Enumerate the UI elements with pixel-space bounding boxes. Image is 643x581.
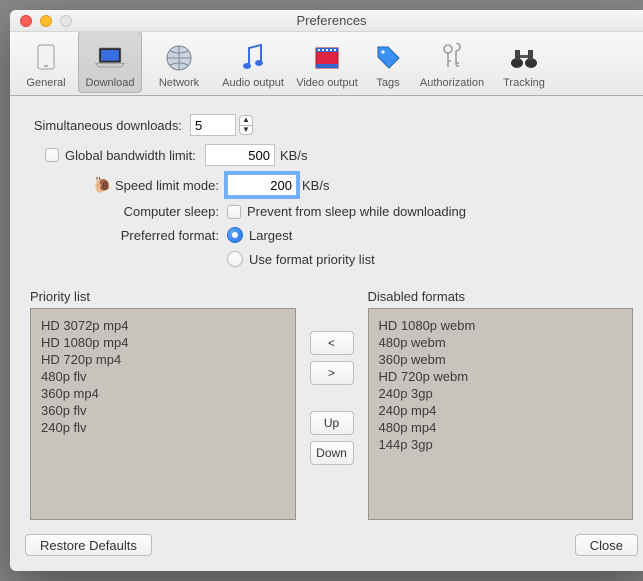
stepper-down[interactable]: ▼ — [239, 125, 253, 135]
move-left-button[interactable]: < — [310, 331, 354, 355]
list-item[interactable]: HD 1080p mp4 — [41, 334, 285, 351]
list-item[interactable]: HD 720p webm — [379, 368, 623, 385]
radio-largest[interactable] — [227, 227, 243, 243]
largest-label: Largest — [249, 228, 292, 243]
window-title: Preferences — [10, 13, 643, 28]
film-icon — [311, 42, 343, 74]
close-window-icon[interactable] — [20, 15, 32, 27]
general-icon — [30, 42, 62, 74]
move-right-button[interactable]: > — [310, 361, 354, 385]
keys-icon — [436, 42, 468, 74]
close-button[interactable]: Close — [575, 534, 638, 556]
list-item[interactable]: 240p flv — [41, 419, 285, 436]
list-item[interactable]: 480p mp4 — [379, 419, 623, 436]
tab-video-output[interactable]: Video output — [290, 31, 364, 93]
tab-tracking[interactable]: Tracking — [492, 31, 556, 93]
tag-icon — [372, 42, 404, 74]
preferred-format-label: Preferred format: — [30, 228, 227, 243]
list-item[interactable]: 480p webm — [379, 334, 623, 351]
tab-download[interactable]: Download — [78, 31, 142, 93]
list-item[interactable]: 360p mp4 — [41, 385, 285, 402]
speed-limit-input[interactable] — [227, 174, 297, 196]
list-item[interactable]: HD 1080p webm — [379, 317, 623, 334]
simultaneous-label: Simultaneous downloads: — [30, 118, 190, 133]
restore-defaults-button[interactable]: Restore Defaults — [25, 534, 152, 556]
laptop-icon — [94, 42, 126, 74]
list-item[interactable]: 240p mp4 — [379, 402, 623, 419]
list-item[interactable]: 144p 3gp — [379, 436, 623, 453]
move-up-button[interactable]: Up — [310, 411, 354, 435]
list-item[interactable]: 360p webm — [379, 351, 623, 368]
prevent-sleep-checkbox[interactable] — [227, 205, 241, 219]
move-down-button[interactable]: Down — [310, 441, 354, 465]
tab-tags[interactable]: Tags — [364, 31, 412, 93]
kbps-unit: KB/s — [280, 148, 307, 163]
disabled-formats-label: Disabled formats — [368, 289, 634, 304]
list-item[interactable]: HD 720p mp4 — [41, 351, 285, 368]
priority-list[interactable]: HD 3072p mp4HD 1080p mp4HD 720p mp4480p … — [30, 308, 296, 520]
disabled-formats-list[interactable]: HD 1080p webm480p webm360p webmHD 720p w… — [368, 308, 634, 520]
preferences-window: Preferences General Download Network Aud… — [10, 10, 643, 571]
titlebar: Preferences — [10, 10, 643, 32]
prevent-sleep-label: Prevent from sleep while downloading — [247, 204, 466, 219]
radio-use-priority[interactable] — [227, 251, 243, 267]
toolbar: General Download Network Audio output Vi… — [10, 32, 643, 96]
global-bandwidth-checkbox[interactable] — [45, 148, 59, 162]
music-note-icon — [237, 42, 269, 74]
list-item[interactable]: 360p flv — [41, 402, 285, 419]
global-bandwidth-label: Global bandwidth limit: — [65, 148, 205, 163]
tab-audio-output[interactable]: Audio output — [216, 31, 290, 93]
global-bandwidth-input[interactable] — [205, 144, 275, 166]
globe-icon — [163, 42, 195, 74]
simultaneous-input[interactable] — [190, 114, 236, 136]
snail-icon: 🐌 — [93, 176, 109, 194]
kbps-unit-2: KB/s — [302, 178, 329, 193]
tab-authorization[interactable]: Authorization — [412, 31, 492, 93]
list-item[interactable]: HD 3072p mp4 — [41, 317, 285, 334]
stepper-up[interactable]: ▲ — [239, 115, 253, 125]
speed-limit-label: Speed limit mode: — [115, 178, 219, 193]
minimize-window-icon[interactable] — [40, 15, 52, 27]
computer-sleep-label: Computer sleep: — [30, 204, 227, 219]
list-item[interactable]: 480p flv — [41, 368, 285, 385]
tab-general[interactable]: General — [14, 31, 78, 93]
zoom-window-icon — [60, 15, 72, 27]
use-priority-label: Use format priority list — [249, 252, 375, 267]
priority-list-label: Priority list — [30, 289, 296, 304]
list-item[interactable]: 240p 3gp — [379, 385, 623, 402]
binoculars-icon — [508, 42, 540, 74]
tab-network[interactable]: Network — [142, 31, 216, 93]
